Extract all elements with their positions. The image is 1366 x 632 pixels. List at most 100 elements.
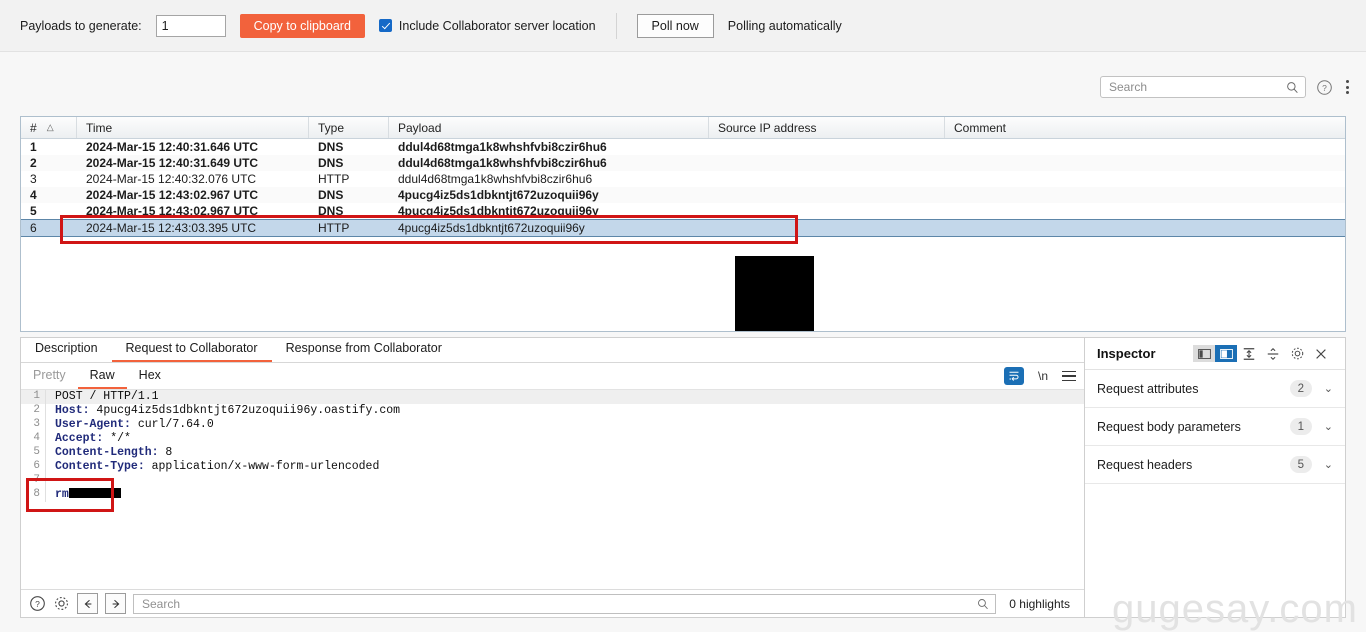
svg-text:?: ? xyxy=(1322,82,1327,92)
search-input[interactable] xyxy=(1107,79,1286,95)
layout-split-icon[interactable] xyxy=(1215,345,1237,362)
message-panel: Description Request to Collaborator Respon… xyxy=(20,337,1346,618)
body-redaction-box xyxy=(68,488,121,498)
chevron-down-icon[interactable]: ⌄ xyxy=(1324,382,1333,395)
view-tab-pretty[interactable]: Pretty xyxy=(21,364,78,389)
search-icon xyxy=(977,598,989,610)
tab-request-to-collaborator[interactable]: Request to Collaborator xyxy=(111,341,272,362)
payloads-count-input[interactable] xyxy=(155,14,226,37)
cell-time: 2024-Mar-15 12:43:02.967 UTC xyxy=(86,188,259,202)
cell-type: DNS xyxy=(318,156,344,170)
raw-request-editor[interactable]: 1 POST / HTTP/1.1 2 Host: 4pucg4iz5ds1dbknt… xyxy=(21,390,1084,589)
cell-time: 2024-Mar-15 12:43:03.395 UTC xyxy=(86,221,257,235)
cell-num: 4 xyxy=(30,188,37,202)
view-tab-raw[interactable]: Raw xyxy=(77,364,127,389)
watermark: gugesay.com xyxy=(1112,587,1358,631)
line-number: 3 xyxy=(33,418,40,430)
line-number: 7 xyxy=(33,474,40,486)
view-tab-hex[interactable]: Hex xyxy=(127,364,173,389)
cell-payload: 4pucg4iz5ds1dbkntjt672uzoquii96y xyxy=(398,204,599,218)
gear-icon[interactable] xyxy=(53,595,70,612)
find-input[interactable] xyxy=(140,595,978,612)
header-name: Content-Type: xyxy=(55,460,145,473)
table-row[interactable]: 2 2024-Mar-15 12:40:31.649 UTC DNS ddul4d68… xyxy=(21,155,1345,171)
table-row[interactable]: 4 2024-Mar-15 12:43:02.967 UTC DNS 4pucg4iz… xyxy=(21,187,1345,203)
word-wrap-icon[interactable] xyxy=(1003,367,1024,385)
hamburger-menu-icon[interactable] xyxy=(1062,370,1076,382)
expand-all-icon[interactable] xyxy=(1261,344,1285,364)
interactions-table: # △ Time Type Payload Source IP address … xyxy=(20,116,1346,332)
table-row[interactable]: 1 2024-Mar-15 12:40:31.646 UTC DNS ddul4d68… xyxy=(21,139,1345,155)
help-circle-icon[interactable]: ? xyxy=(29,595,46,612)
cell-type: DNS xyxy=(318,188,344,202)
copy-to-clipboard-button[interactable]: Copy to clipboard xyxy=(239,13,365,38)
layout-side-icon[interactable] xyxy=(1193,345,1215,362)
line-number: 5 xyxy=(33,446,40,458)
code-line: 1 POST / HTTP/1.1 xyxy=(21,390,1084,404)
include-server-location-checkbox[interactable]: Include Collaborator server location xyxy=(378,19,596,33)
tab-response-from-collaborator[interactable]: Response from Collaborator xyxy=(272,341,456,362)
line-content xyxy=(45,474,1084,488)
inspector-panel: Inspector Request attributes 2 ⌄ Request… xyxy=(1085,338,1345,617)
collapse-all-icon[interactable] xyxy=(1237,344,1261,364)
toolbar-divider xyxy=(615,12,617,39)
inspector-section-label: Request body parameters xyxy=(1097,419,1241,434)
chevron-down-icon[interactable]: ⌄ xyxy=(1324,420,1333,433)
code-lines: 1 POST / HTTP/1.1 2 Host: 4pucg4iz5ds1dbknt… xyxy=(21,390,1084,502)
code-line: 7 xyxy=(21,474,1084,488)
column-header-comment[interactable]: Comment xyxy=(945,117,1343,138)
column-header-source-ip[interactable]: Source IP address xyxy=(709,117,945,138)
column-header-time[interactable]: Time xyxy=(77,117,309,138)
gear-icon[interactable] xyxy=(1285,344,1309,364)
payloads-to-generate-label: Payloads to generate: xyxy=(20,18,142,33)
polling-status-label: Polling automatically xyxy=(727,18,842,33)
cell-payload: 4pucg4iz5ds1dbkntjt672uzoquii96y xyxy=(398,221,585,235)
search-icon xyxy=(1286,81,1299,94)
table-row[interactable]: 3 2024-Mar-15 12:40:32.076 UTC HTTP ddul4d6… xyxy=(21,171,1345,187)
highlights-count-label: 0 highlights xyxy=(1009,596,1070,611)
code-line: 4 Accept: */* xyxy=(21,432,1084,446)
column-header-number[interactable]: # △ xyxy=(21,117,77,138)
arrow-right-icon[interactable] xyxy=(105,593,126,614)
column-label-number: # xyxy=(30,120,37,135)
message-tab-strip: Description Request to Collaborator Respon… xyxy=(21,338,1084,363)
inspector-section-count: 1 xyxy=(1289,418,1312,435)
search-field[interactable] xyxy=(1100,76,1306,98)
top-search-row: ? xyxy=(1100,76,1352,98)
cell-time: 2024-Mar-15 12:40:31.649 UTC xyxy=(86,156,259,170)
cell-type: HTTP xyxy=(318,172,350,186)
header-name: Content-Length: xyxy=(55,446,159,459)
column-header-type[interactable]: Type xyxy=(309,117,389,138)
poll-now-button[interactable]: Poll now xyxy=(636,13,714,38)
table-row[interactable]: 5 2024-Mar-15 12:43:02.967 UTC DNS 4pucg4iz… xyxy=(21,203,1345,219)
editor-find-bar: ? 0 highlights xyxy=(21,589,1084,617)
inspector-sections: Request attributes 2 ⌄ Request body paramet… xyxy=(1085,370,1345,484)
line-content: Content-Type: application/x-www-form-url… xyxy=(45,460,1084,474)
collaborator-toolbar: Payloads to generate: Copy to clipboard … xyxy=(0,0,1366,52)
close-icon[interactable] xyxy=(1309,344,1333,364)
more-vertical-icon[interactable] xyxy=(1343,77,1352,97)
table-row[interactable]: 6 2024-Mar-15 12:43:03.395 UTC HTTP 4pucg4i… xyxy=(21,219,1345,237)
source-ip-redaction-box xyxy=(735,256,814,331)
cell-time: 2024-Mar-15 12:40:31.646 UTC xyxy=(86,140,259,154)
help-circle-icon[interactable]: ? xyxy=(1316,79,1333,96)
table-body: 1 2024-Mar-15 12:40:31.646 UTC DNS ddul4d68… xyxy=(21,139,1345,237)
inspector-section-request-attributes[interactable]: Request attributes 2 ⌄ xyxy=(1085,370,1345,408)
cell-payload: ddul4d68tmga1k8whshfvbi8czir6hu6 xyxy=(398,140,607,154)
inspector-section-request-headers[interactable]: Request headers 5 ⌄ xyxy=(1085,446,1345,484)
inspector-title: Inspector xyxy=(1097,346,1156,361)
cell-payload: ddul4d68tmga1k8whshfvbi8czir6hu6 xyxy=(398,172,593,186)
line-content: POST / HTTP/1.1 xyxy=(45,390,1084,404)
cell-type: HTTP xyxy=(318,221,350,235)
find-field[interactable] xyxy=(133,593,997,614)
column-header-payload[interactable]: Payload xyxy=(389,117,709,138)
newline-toggle-button[interactable]: \n xyxy=(1038,369,1048,383)
editor-view-tabs: Pretty Raw Hex \n xyxy=(21,363,1084,390)
inspector-section-request-body-parameters[interactable]: Request body parameters 1 ⌄ xyxy=(1085,408,1345,446)
tab-description[interactable]: Description xyxy=(21,341,112,362)
chevron-down-icon[interactable]: ⌄ xyxy=(1324,458,1333,471)
arrow-left-icon[interactable] xyxy=(77,593,98,614)
message-editor-column: Description Request to Collaborator Respon… xyxy=(21,338,1085,617)
code-line: 3 User-Agent: curl/7.64.0 xyxy=(21,418,1084,432)
cell-num: 6 xyxy=(30,221,37,235)
